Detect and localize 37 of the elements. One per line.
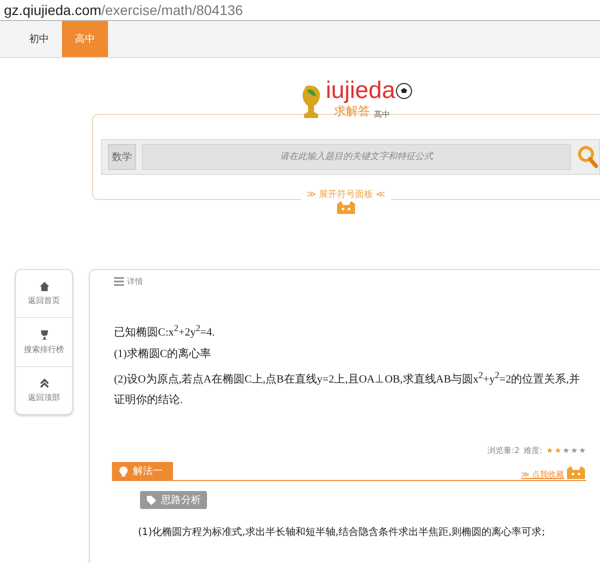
url-path: /exercise/math/804136 xyxy=(101,2,243,18)
sidebar-item[interactable]: 搜索排行榜 xyxy=(16,318,72,367)
trophy-icon xyxy=(38,328,50,341)
bulb-icon xyxy=(118,466,129,477)
difficulty-label: 难度: xyxy=(523,445,542,456)
logo-wordmark: iujieda xyxy=(326,79,396,103)
question-text: (1)求椭圆C的离心率 xyxy=(114,346,212,362)
logo-level: 高中 xyxy=(374,109,390,120)
view-count: 浏览量:2 xyxy=(488,445,520,456)
tag-icon xyxy=(146,494,157,506)
sidebar-item[interactable]: 返回顶部 xyxy=(16,366,72,414)
soccer-ball-icon xyxy=(396,83,412,99)
star-icon: ★ xyxy=(546,446,554,456)
subject-dropdown[interactable]: 数学 xyxy=(108,144,136,170)
analysis-tag: 思路分析 xyxy=(140,491,207,510)
star-icon: ★ xyxy=(554,446,562,456)
cat-mascot-icon xyxy=(566,466,586,480)
analysis-text: (1)化椭圆方程为标准式,求出半长轴和短半轴,结合隐含条件求出半焦距,则椭圆的离心率可求; xyxy=(138,526,546,540)
level-tab[interactable]: 高中 xyxy=(62,21,108,57)
question-text: 已知椭圆C:x$^{2}$+2y$^{2}$=4. xyxy=(114,322,216,341)
sidebar-item[interactable]: 返回首页 xyxy=(16,270,72,318)
detail-heading: 详情 xyxy=(127,276,143,286)
double-chevron-up-icon xyxy=(38,378,50,389)
question-text: (2)设O为原点,若点A在椭圆C上,点B在直线y=2上,且OA⊥OB,求直线AB与圆x$^{2}$+y$^{2}$=2的位置关系,并证明你的结论. xyxy=(114,368,581,408)
list-icon xyxy=(114,276,124,286)
cat-mascot-icon xyxy=(336,201,356,215)
logo-chinese-name: 求解答 xyxy=(334,103,370,120)
solution-tab[interactable]: 解法一 xyxy=(112,462,173,480)
url-domain: gz.qiujieda.com xyxy=(4,2,102,18)
search-field[interactable]: 请在此输入题目的关键文字和特征公式 xyxy=(142,144,571,170)
search-icon[interactable] xyxy=(577,145,599,169)
favorite-link[interactable]: ≫ 点我收藏 xyxy=(521,469,564,480)
star-icon: ★ xyxy=(578,446,586,456)
star-icon: ★ xyxy=(562,446,570,456)
level-tab[interactable]: 初中 xyxy=(16,21,62,57)
star-icon: ★ xyxy=(570,446,578,456)
home-icon xyxy=(38,281,50,292)
